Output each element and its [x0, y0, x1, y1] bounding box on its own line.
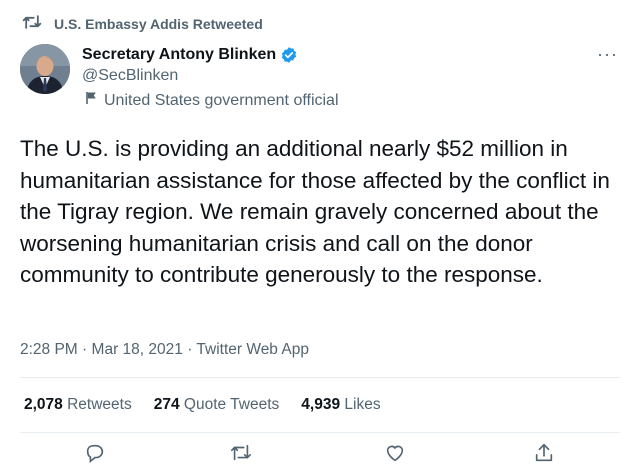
divider: [20, 432, 620, 433]
likes-count: 4,939: [301, 396, 341, 413]
retweet-context-text[interactable]: U.S. Embassy Addis Retweeted: [54, 16, 263, 32]
reply-icon[interactable]: [84, 442, 108, 466]
likes-stat[interactable]: 4,939 Likes: [301, 396, 380, 414]
tweet-time[interactable]: 2:28 PM: [20, 341, 78, 358]
share-icon[interactable]: [533, 442, 557, 466]
meta-separator: ·: [187, 341, 193, 358]
more-options-icon[interactable]: ···: [597, 44, 618, 65]
verified-badge-icon: [280, 46, 298, 64]
quote-tweets-label: Quote Tweets: [183, 396, 280, 413]
retweets-stat[interactable]: 2,078 Retweets: [24, 396, 132, 414]
like-icon[interactable]: [384, 442, 408, 466]
retweets-count: 2,078: [24, 396, 63, 413]
tweet-date[interactable]: Mar 18, 2021: [92, 341, 183, 358]
avatar[interactable]: [20, 44, 70, 94]
action-bar: [0, 442, 640, 463]
author-handle[interactable]: @SecBlinken: [82, 67, 178, 85]
author-name-row[interactable]: Secretary Antony Blinken: [82, 46, 298, 64]
retweets-label: Retweets: [67, 396, 132, 413]
retweet-icon[interactable]: [230, 442, 254, 466]
government-label-text: United States government official: [104, 91, 339, 109]
tweet-text: The U.S. is providing an additional near…: [20, 136, 610, 288]
quote-tweets-stat[interactable]: 274 Quote Tweets: [154, 396, 280, 414]
government-label: United States government official: [86, 91, 339, 110]
divider: [20, 377, 620, 378]
tweet-source[interactable]: Twitter Web App: [196, 341, 309, 358]
retweet-icon: [22, 13, 42, 36]
flag-icon: [86, 91, 104, 110]
quote-tweets-count: 274: [153, 396, 180, 413]
engagement-stats: 2,078 Retweets 274 Quote Tweets 4,939 Li…: [24, 396, 403, 414]
retweet-context[interactable]: U.S. Embassy Addis Retweeted: [22, 14, 263, 34]
author-display-name[interactable]: Secretary Antony Blinken: [82, 46, 276, 64]
likes-label: Likes: [344, 396, 381, 413]
tweet-metadata: 2:28 PM · Mar 18, 2021 · Twitter Web App: [20, 341, 309, 359]
tweet: U.S. Embassy Addis Retweeted Secretary A…: [0, 0, 640, 463]
meta-separator: ·: [82, 341, 88, 358]
